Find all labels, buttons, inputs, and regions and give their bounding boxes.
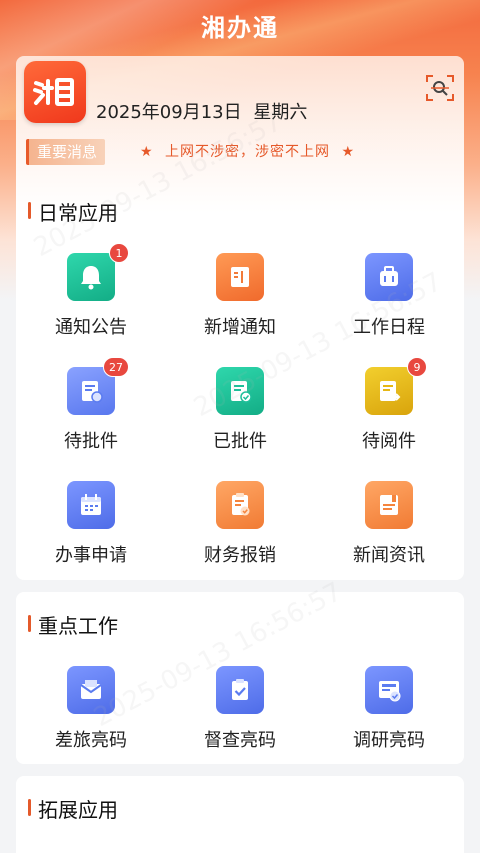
document-check-icon — [216, 367, 264, 415]
envelope-icon — [67, 666, 115, 714]
app-item-news[interactable]: 新闻资讯 — [314, 481, 464, 567]
app-item-research-code[interactable]: 调研亮码 — [314, 666, 464, 752]
app-item-notice[interactable]: 1 通知公告 — [16, 243, 166, 339]
app-item-pending-approval[interactable]: 27 待批件 — [16, 357, 166, 453]
clipboard-icon — [216, 666, 264, 714]
app-item-schedule[interactable]: 工作日程 — [314, 253, 464, 339]
daily-apps-card: 2025年09月13日 星期六 重要消息 ★ 上网不涉密，涉密不上网 ★ 日常应… — [16, 56, 464, 580]
star-icon: ★ — [140, 144, 154, 160]
notice-marquee[interactable]: ★ 上网不涉密，涉密不上网 ★ — [140, 141, 355, 161]
app-label: 待阅件 — [362, 431, 416, 452]
app-label: 督查亮码 — [204, 730, 276, 751]
app-item-reimbursement[interactable]: 财务报销 — [165, 481, 315, 567]
briefcase-icon — [365, 253, 413, 301]
report-check-icon — [365, 666, 413, 714]
current-date: 2025年09月13日 星期六 — [96, 98, 307, 124]
app-item-application[interactable]: 办事申请 — [16, 481, 166, 567]
app-item-inspection-code[interactable]: 督查亮码 — [165, 666, 315, 752]
app-label: 差旅亮码 — [55, 730, 127, 751]
app-label: 工作日程 — [353, 317, 425, 338]
logo-glyph-icon — [33, 78, 74, 106]
app-label: 财务报销 — [204, 545, 276, 566]
badge-notice: 1 — [109, 243, 129, 263]
calendar-icon — [67, 481, 115, 529]
weekday-value: 星期六 — [253, 102, 308, 123]
notice-tag: 重要消息 — [26, 139, 106, 165]
app-label: 待批件 — [64, 431, 118, 452]
notice-text: 上网不涉密，涉密不上网 — [165, 144, 331, 160]
badge-pending: 27 — [103, 357, 129, 377]
badge-to-read: 9 — [407, 357, 427, 377]
app-item-to-read[interactable]: 9 待阅件 — [314, 357, 464, 453]
notebook-icon — [216, 253, 264, 301]
app-label: 新增通知 — [204, 317, 276, 338]
section-title-daily: 日常应用 — [28, 197, 118, 226]
scan-icon — [426, 75, 454, 101]
document-stamp-icon: 27 — [67, 357, 129, 415]
date-value: 2025年09月13日 — [96, 102, 242, 123]
app-label: 调研亮码 — [353, 730, 425, 751]
star-icon: ★ — [341, 144, 356, 160]
section-title-ext: 拓展应用 — [28, 794, 118, 823]
scan-button[interactable] — [424, 72, 456, 104]
app-item-new-notice[interactable]: 新增通知 — [165, 253, 315, 339]
newspaper-icon — [365, 481, 413, 529]
bell-icon: 1 — [67, 243, 129, 301]
app-label: 办事申请 — [55, 545, 127, 566]
app-item-travel-code[interactable]: 差旅亮码 — [16, 666, 166, 752]
app-label: 已批件 — [213, 431, 267, 452]
app-label: 新闻资讯 — [353, 545, 425, 566]
document-forward-icon: 9 — [365, 357, 427, 415]
app-logo — [24, 61, 86, 123]
key-work-card: 重点工作 差旅亮码 督查亮码 调研亮码 — [16, 592, 464, 764]
app-title: 湘办通 — [201, 14, 279, 42]
section-title-key: 重点工作 — [28, 610, 118, 639]
extension-apps-card: 拓展应用 — [16, 776, 464, 853]
app-label: 通知公告 — [55, 317, 127, 338]
clipboard-check-icon — [216, 481, 264, 529]
app-item-approved[interactable]: 已批件 — [165, 367, 315, 453]
